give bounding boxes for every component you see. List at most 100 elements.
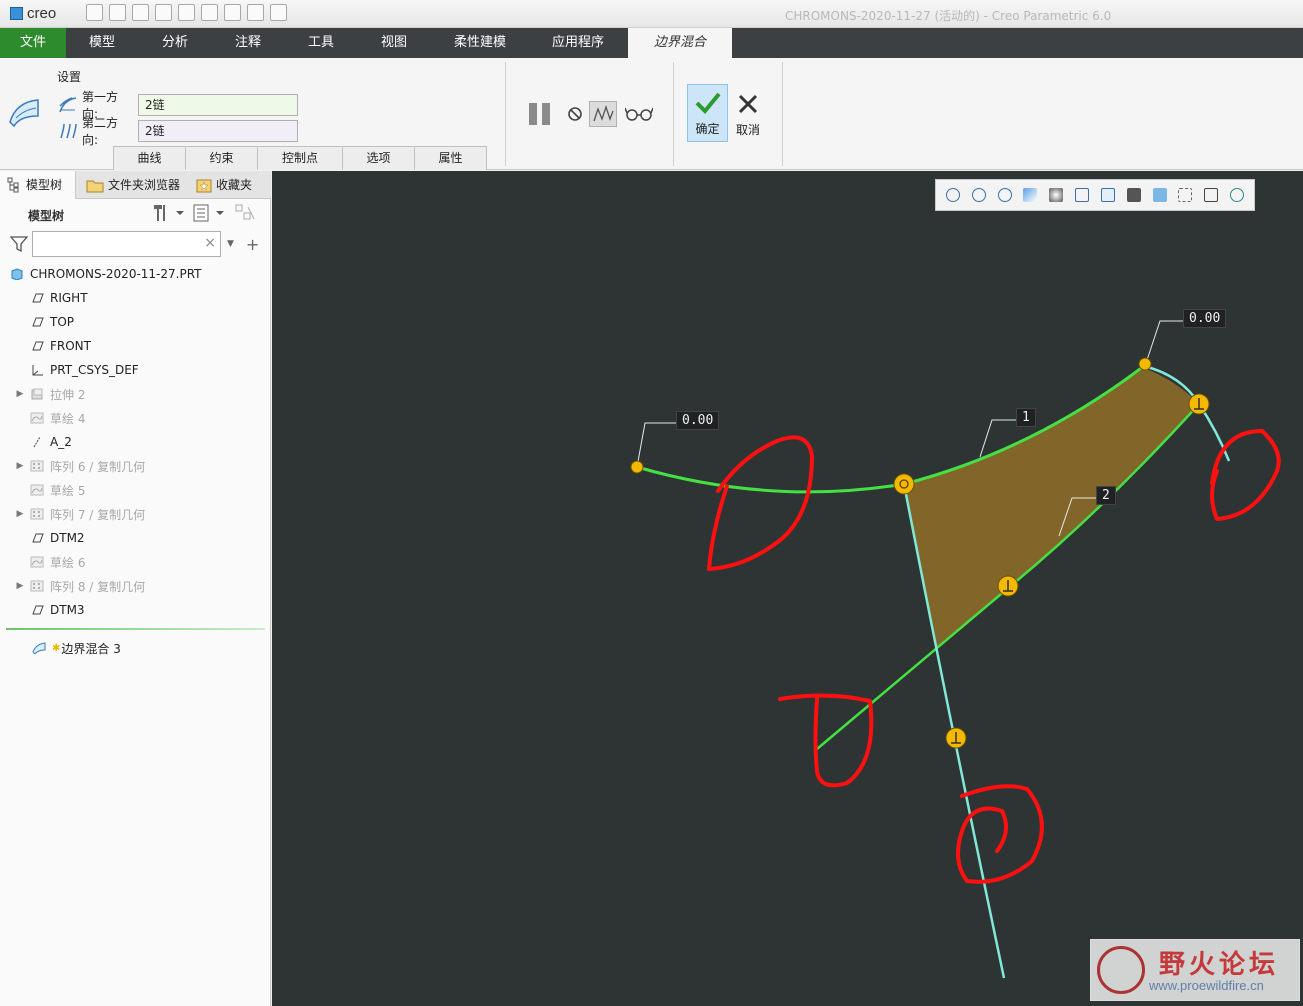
model-tree-icon (7, 177, 19, 193)
tree-settings-icon[interactable] (150, 203, 184, 223)
tree-item-label: FRONT (50, 339, 91, 353)
second-direction-collector[interactable]: 2链 (138, 120, 298, 142)
tree-item-label: TOP (50, 315, 75, 329)
tree-item[interactable]: ▶ 阵列 7 / 复制几何 (0, 502, 271, 526)
tree-item[interactable]: TOP (0, 310, 271, 334)
dimension-label[interactable]: 0.00 (676, 411, 720, 430)
tree-item-label: PRT_CSYS_DEF (50, 363, 139, 377)
ok-button[interactable]: 确定 (687, 84, 728, 142)
tree-item-active-feature[interactable]: ✱ 边界混合 3 (0, 636, 271, 660)
tree-item[interactable]: ▶ 拉伸 2 (0, 382, 271, 406)
dim-leader (1145, 320, 1184, 364)
constraint-handle[interactable] (893, 473, 915, 495)
insert-indicator[interactable] (6, 628, 265, 630)
axis-icon (33, 436, 41, 448)
favorites-icon (196, 179, 212, 193)
ribbon-separator (673, 62, 674, 166)
left-panel: 模型树 文件夹浏览器 收藏夹 模型树 × ▼ + CHROMONS-2020-1… (0, 171, 271, 1006)
customize-toolbar-icon[interactable] (270, 4, 287, 21)
expand-arrow-icon[interactable]: ▶ (14, 461, 26, 471)
search-dropdown-icon[interactable]: ▼ (227, 239, 234, 249)
tree-root[interactable]: CHROMONS-2020-11-27.PRT (0, 262, 271, 286)
pause-icon[interactable] (527, 102, 553, 126)
cancel-button[interactable]: 取消 (732, 84, 764, 142)
subtab-constraints[interactable]: 约束 (185, 146, 258, 170)
tab-view[interactable]: 视图 (358, 28, 430, 58)
subtab-options[interactable]: 选项 (342, 146, 415, 170)
close-window-icon[interactable] (247, 4, 264, 21)
windows-icon[interactable] (224, 4, 241, 21)
curve-index-label[interactable]: 2 (1096, 486, 1116, 505)
tree-item[interactable]: ▶ 阵列 8 / 复制几何 (0, 574, 271, 598)
second-direction-icon (60, 123, 77, 139)
first-direction-icon (59, 97, 77, 113)
tree-tools (150, 203, 258, 223)
new-feature-star-icon: ✱ (52, 642, 61, 654)
tab-folder-browser[interactable]: 文件夹浏览器 (80, 171, 188, 199)
no-preview-icon[interactable] (567, 106, 583, 122)
tree-item-label: 阵列 8 / 复制几何 (50, 579, 146, 594)
sketch-icon (30, 556, 44, 568)
filter-icon[interactable] (10, 235, 28, 253)
tree-item[interactable]: 草绘 4 (0, 406, 271, 430)
tab-applications[interactable]: 应用程序 (530, 28, 626, 58)
subtab-properties[interactable]: 属性 (414, 146, 487, 170)
tree-item-label: 草绘 4 (50, 411, 86, 426)
tab-annotate[interactable]: 注释 (212, 28, 284, 58)
csys-icon (32, 365, 43, 376)
subtab-control-points[interactable]: 控制点 (257, 146, 343, 170)
navigator-tabs: 模型树 文件夹浏览器 收藏夹 (0, 171, 271, 199)
tab-tools[interactable]: 工具 (284, 28, 358, 58)
expand-arrow-icon[interactable]: ▶ (14, 509, 26, 519)
tree-item-label: DTM2 (50, 531, 85, 545)
tree-item[interactable]: PRT_CSYS_DEF (0, 358, 271, 382)
tree-columns-icon[interactable] (234, 203, 258, 223)
clear-search-icon[interactable]: × (204, 235, 216, 251)
tab-flexible-modeling[interactable]: 柔性建模 (430, 28, 530, 58)
tree-item[interactable]: A_2 (0, 430, 271, 454)
datum-plane-icon (32, 293, 44, 303)
subtab-curves[interactable]: 曲线 (113, 146, 186, 170)
endpoint-handle[interactable] (1138, 357, 1152, 371)
curve-index-label[interactable]: 1 (1016, 408, 1036, 427)
tree-item-label: DTM3 (50, 603, 85, 617)
tree-item[interactable]: DTM3 (0, 598, 271, 622)
tree-item-label: 草绘 5 (50, 483, 86, 498)
tree-show-icon[interactable] (192, 203, 226, 223)
tab-favorites[interactable]: 收藏夹 (190, 171, 270, 199)
dimension-label[interactable]: 0.00 (1183, 309, 1227, 328)
extrude-icon (31, 388, 43, 400)
tree-item[interactable]: 草绘 6 (0, 550, 271, 574)
expand-arrow-icon[interactable]: ▶ (14, 581, 26, 591)
tree-item[interactable]: FRONT (0, 334, 271, 358)
add-filter-icon[interactable]: + (246, 235, 259, 254)
tree-item[interactable]: 草绘 5 (0, 478, 271, 502)
regenerate-icon[interactable] (201, 4, 218, 21)
open-file-icon[interactable] (109, 4, 126, 21)
model-canvas[interactable] (272, 171, 1303, 1006)
tree-item[interactable]: RIGHT (0, 286, 271, 310)
undo-icon[interactable] (155, 4, 172, 21)
tree-search-input[interactable]: × (32, 231, 221, 257)
ribbon-subtabs: 曲线 约束 控制点 选项 属性 (113, 146, 487, 170)
verify-mode-icon[interactable] (589, 101, 617, 127)
quick-access-toolbar (86, 4, 287, 21)
tree-item[interactable]: DTM2 (0, 526, 271, 550)
tab-file[interactable]: 文件 (0, 28, 66, 58)
graphics-window[interactable]: 0.00 0.00 1 2 野火论坛 www.proewildfire.cn (272, 171, 1303, 1006)
tab-model-tree[interactable]: 模型树 (0, 171, 76, 199)
new-file-icon[interactable] (86, 4, 103, 21)
tab-boundary-blend[interactable]: 边界混合 (628, 28, 732, 58)
tab-model[interactable]: 模型 (66, 28, 138, 58)
redo-icon[interactable] (178, 4, 195, 21)
first-direction-collector[interactable]: 2链 (138, 94, 298, 116)
tree-item[interactable]: ▶ 阵列 6 / 复制几何 (0, 454, 271, 478)
glasses-preview-icon[interactable] (625, 106, 653, 122)
tree-item-label: 拉伸 2 (50, 387, 86, 402)
expand-arrow-icon[interactable]: ▶ (14, 389, 26, 399)
tab-model-tree-label: 模型树 (26, 178, 63, 192)
endpoint-handle[interactable] (630, 460, 644, 474)
tab-analysis[interactable]: 分析 (138, 28, 212, 58)
save-icon[interactable] (132, 4, 149, 21)
checkmark-icon (695, 92, 721, 114)
